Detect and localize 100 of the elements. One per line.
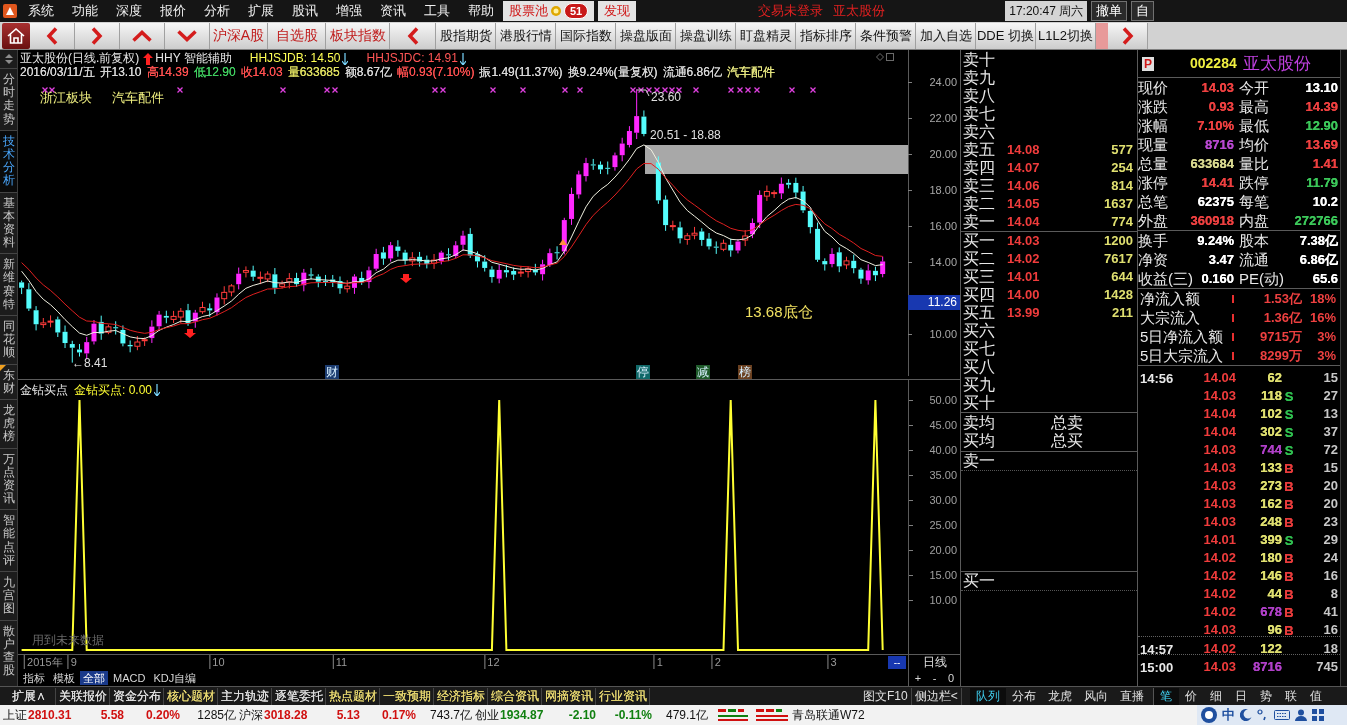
template-tab[interactable]: MACD: [110, 671, 149, 685]
menu-item[interactable]: 增强: [327, 0, 371, 22]
menu-item[interactable]: 深度: [107, 0, 151, 22]
top-button[interactable]: 自: [1131, 1, 1155, 21]
side-tab[interactable]: 基本资料: [0, 191, 17, 254]
event-tag[interactable]: 榜: [738, 365, 752, 379]
previous-page-button[interactable]: [390, 22, 436, 49]
ring-icon[interactable]: [1201, 707, 1217, 723]
template-tab[interactable]: 模板: [50, 671, 78, 685]
zoom-control[interactable]: -: [930, 671, 939, 685]
detail-tab[interactable]: 值: [1303, 687, 1329, 705]
function-button[interactable]: L1L2切换: [1036, 22, 1096, 49]
bottom-tab[interactable]: 经济指标: [434, 687, 488, 705]
function-button[interactable]: 股指期货: [436, 22, 496, 49]
side-tab[interactable]: 同花顺: [0, 315, 17, 364]
bottom-tab[interactable]: 综合资讯: [488, 687, 542, 705]
bottom-tab[interactable]: 资金分布: [110, 687, 164, 705]
market-button[interactable]: 自选股: [268, 22, 326, 49]
side-tab[interactable]: 散户查股: [0, 619, 17, 682]
function-button[interactable]: 国际指数: [556, 22, 616, 49]
page-down-button[interactable]: [165, 22, 210, 49]
function-button[interactable]: 港股行情: [496, 22, 556, 49]
previous-button[interactable]: [30, 22, 75, 49]
scroll-down-icon[interactable]: [4, 60, 13, 64]
menu-item[interactable]: 系统: [19, 0, 63, 22]
sector-tag[interactable]: 浙江板块: [40, 90, 92, 105]
panel-tab[interactable]: 分布: [1005, 687, 1042, 705]
template-tab[interactable]: 全部: [80, 671, 108, 685]
function-button[interactable]: 操盘训练: [676, 22, 736, 49]
punctuation-icon[interactable]: [1257, 709, 1269, 721]
detail-tab[interactable]: 细: [1203, 687, 1229, 705]
keyboard-icon[interactable]: [1274, 710, 1290, 720]
square-icon[interactable]: [886, 53, 894, 61]
stat-label: 流通: [1239, 250, 1269, 269]
function-button[interactable]: 盯盘精灵: [736, 22, 796, 49]
bottom-tab[interactable]: 热点题材: [326, 687, 380, 705]
function-button[interactable]: 加入自选: [916, 22, 976, 49]
side-tab[interactable]: 技术分析: [0, 129, 17, 192]
side-tab[interactable]: 东财: [0, 363, 17, 399]
side-tab[interactable]: 智能点评: [0, 509, 17, 571]
side-tab[interactable]: 龙虎榜: [0, 398, 17, 448]
quick-button[interactable]: 股票池 51: [503, 1, 595, 21]
period-button[interactable]: --: [888, 656, 906, 669]
next-button[interactable]: [75, 22, 120, 49]
bottom-tab[interactable]: 关联报价: [56, 687, 110, 705]
menu-item[interactable]: 工具: [415, 0, 459, 22]
function-button[interactable]: 条件预警: [856, 22, 916, 49]
bottom-tab[interactable]: 行业资讯: [596, 687, 650, 705]
detail-tab[interactable]: 势: [1253, 687, 1279, 705]
home-button[interactable]: [2, 22, 30, 49]
detail-tab[interactable]: 联: [1278, 687, 1304, 705]
side-tab[interactable]: 分时走势: [0, 68, 17, 130]
menu-item[interactable]: 报价: [151, 0, 195, 22]
side-button[interactable]: 侧边栏<: [911, 687, 962, 705]
bottom-tab[interactable]: 主力轨迹: [218, 687, 272, 705]
menu-item[interactable]: 分析: [195, 0, 239, 22]
moon-icon[interactable]: [1240, 709, 1252, 721]
bottom-tab[interactable]: 一致预期: [380, 687, 434, 705]
menu-item[interactable]: 股讯: [283, 0, 327, 22]
event-tag[interactable]: 减: [696, 365, 710, 379]
bottom-tab[interactable]: 网摘资讯: [542, 687, 596, 705]
template-tab[interactable]: 指标: [20, 671, 48, 685]
panel-tab[interactable]: 直播: [1113, 687, 1150, 705]
next-page-button[interactable]: [1108, 22, 1148, 49]
event-tag[interactable]: 停: [636, 365, 650, 379]
side-button[interactable]: 图文F10: [860, 687, 912, 705]
market-button[interactable]: 沪深A股: [210, 22, 268, 49]
bottom-tab[interactable]: 扩展∧: [2, 687, 56, 705]
function-button[interactable]: DDE 切换: [976, 22, 1036, 49]
detail-tab[interactable]: 价: [1178, 687, 1204, 705]
menu-item[interactable]: 帮助: [459, 0, 503, 22]
panel-tab[interactable]: 龙虎: [1041, 687, 1078, 705]
detail-tab[interactable]: 日: [1228, 687, 1254, 705]
panel-tab[interactable]: 风向: [1077, 687, 1114, 705]
detail-tab[interactable]: 笔: [1153, 687, 1179, 705]
ime-mode[interactable]: 中: [1222, 705, 1235, 725]
function-button[interactable]: 指标排序: [796, 22, 856, 49]
side-tab[interactable]: 万点资讯: [0, 447, 17, 510]
scroll-up-icon[interactable]: [4, 54, 13, 58]
market-button[interactable]: 板块指数: [326, 22, 390, 49]
grid-icon[interactable]: [1312, 709, 1324, 721]
sector-tag[interactable]: 汽车配件: [112, 90, 164, 105]
bottom-tab[interactable]: 核心题材: [164, 687, 218, 705]
quick-button[interactable]: 发现: [598, 1, 637, 21]
panel-tab[interactable]: 队列: [969, 687, 1006, 705]
page-up-button[interactable]: [120, 22, 165, 49]
event-tag[interactable]: 财: [325, 365, 339, 379]
menu-item[interactable]: 功能: [63, 0, 107, 22]
template-tab[interactable]: KDJ自编: [150, 671, 200, 685]
zoom-control[interactable]: 0: [946, 671, 957, 685]
side-tab[interactable]: 新维赛特: [0, 253, 17, 315]
chevron-left-icon: [46, 26, 58, 45]
menu-item[interactable]: 扩展: [239, 0, 283, 22]
menu-item[interactable]: 资讯: [371, 0, 415, 22]
function-button[interactable]: 操盘版面: [616, 22, 676, 49]
side-tab[interactable]: 九宫图: [0, 571, 17, 620]
bottom-tab[interactable]: 逐笔委托: [272, 687, 326, 705]
top-button[interactable]: 撤单: [1091, 1, 1128, 21]
zoom-control[interactable]: +: [912, 671, 924, 685]
user-icon[interactable]: [1295, 709, 1307, 721]
